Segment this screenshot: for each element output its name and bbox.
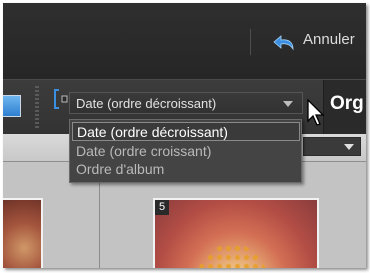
chevron-down-icon bbox=[283, 101, 293, 107]
photo-thumbnail[interactable] bbox=[3, 198, 43, 268]
sort-order-select[interactable]: Date (ordre décroissant) bbox=[69, 92, 303, 114]
sort-order-value: Date (ordre décroissant) bbox=[76, 96, 217, 111]
photo-thumbnail[interactable] bbox=[153, 198, 319, 268]
view-mode-button[interactable] bbox=[3, 95, 21, 117]
undo-arrow-icon[interactable] bbox=[273, 32, 297, 52]
toolbar-grip bbox=[35, 86, 39, 130]
organizer-tab-label: Org bbox=[330, 93, 364, 114]
stack-count-badge: 5 bbox=[155, 200, 169, 215]
chevron-down-icon bbox=[344, 144, 354, 150]
app-window: Annuler Date (ordre décroissant) Org 5 D… bbox=[3, 3, 366, 268]
sort-option-album-order[interactable]: Ordre d'album bbox=[72, 160, 300, 179]
top-menu-bar: Annuler bbox=[3, 3, 366, 79]
sort-option-date-ascending[interactable]: Date (ordre croissant) bbox=[72, 142, 300, 161]
mouse-pointer-icon bbox=[307, 99, 325, 126]
bracket-icon bbox=[54, 89, 68, 109]
sort-option-date-descending[interactable]: Date (ordre décroissant) bbox=[72, 122, 300, 141]
toolbar-separator bbox=[250, 29, 251, 55]
undo-button[interactable]: Annuler bbox=[303, 31, 355, 48]
organizer-tab[interactable]: Org bbox=[323, 80, 366, 135]
thumbnail-image-detail bbox=[197, 244, 267, 268]
sort-order-dropdown: Date (ordre décroissant) Date (ordre cro… bbox=[69, 119, 302, 183]
filter-select[interactable] bbox=[303, 137, 361, 156]
